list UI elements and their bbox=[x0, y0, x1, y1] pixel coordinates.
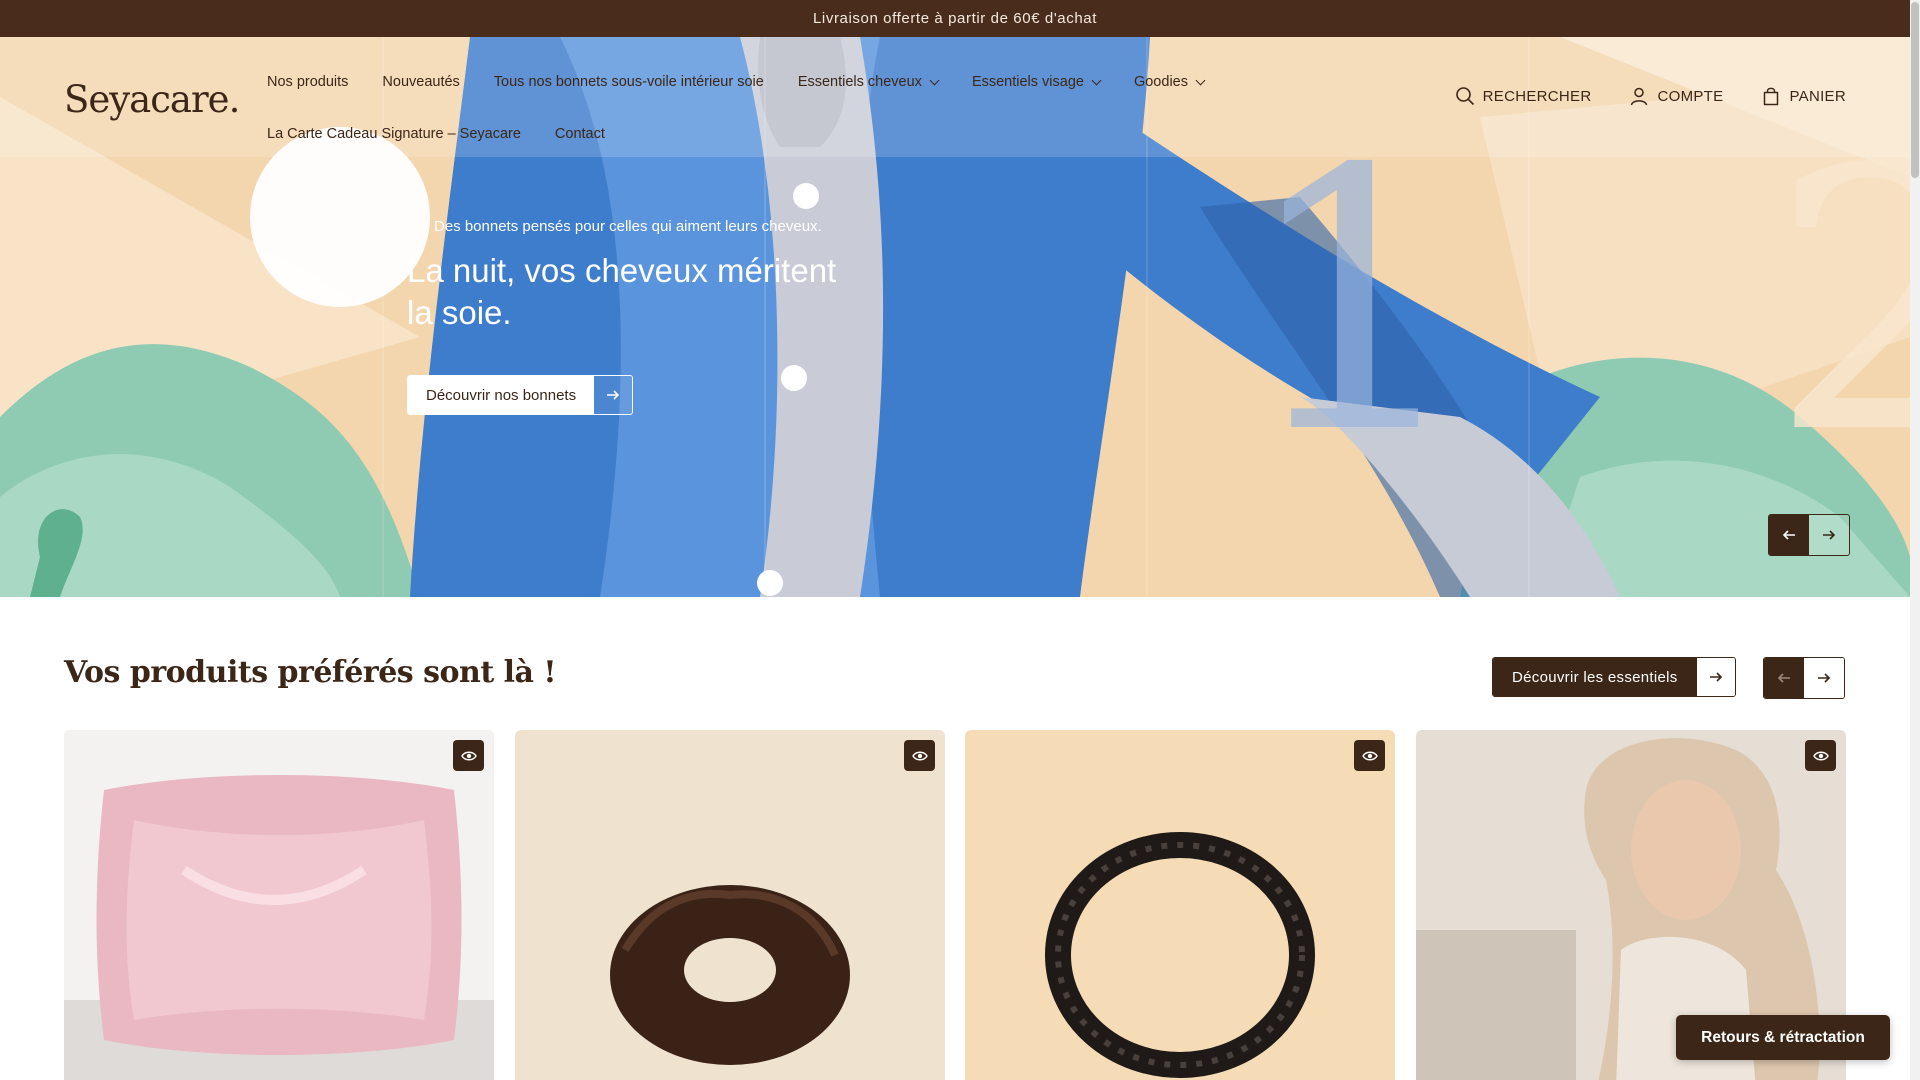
hero-slider-controls bbox=[1768, 514, 1850, 556]
chevron-down-icon bbox=[1091, 75, 1102, 85]
nav-item-label: Tous nos bonnets sous-voile intérieur so… bbox=[493, 74, 764, 90]
scrollbar-thumb[interactable] bbox=[1911, 2, 1919, 178]
products-prev-button[interactable] bbox=[1764, 658, 1804, 698]
eye-icon bbox=[1361, 751, 1378, 760]
discover-essentials-label: Découvrir les essentiels bbox=[1493, 658, 1697, 696]
nav-item-nos-produits[interactable]: Nos produits bbox=[267, 56, 348, 108]
account-button[interactable]: COMPTE bbox=[1629, 86, 1723, 106]
product-image-scrunchie bbox=[515, 730, 945, 1080]
hero-cta-label: Découvrir nos bonnets bbox=[408, 376, 595, 414]
nav-item-essentiels-visage[interactable]: Essentiels visage bbox=[971, 56, 1102, 108]
nav-item-contact[interactable]: Contact bbox=[555, 108, 605, 160]
nav-item-bonnets[interactable]: Tous nos bonnets sous-voile intérieur so… bbox=[494, 56, 764, 108]
main-nav: Nos produits Nouveautés Tous nos bonnets… bbox=[267, 56, 1247, 160]
search-button[interactable]: RECHERCHER bbox=[1455, 86, 1592, 106]
products-slider-controls bbox=[1763, 657, 1845, 699]
arrow-right-icon bbox=[1696, 658, 1735, 696]
eye-icon bbox=[460, 751, 477, 760]
account-label: COMPTE bbox=[1657, 87, 1724, 105]
quick-view-button[interactable] bbox=[453, 740, 484, 771]
product-card-headband[interactable] bbox=[965, 730, 1395, 1080]
header-actions: RECHERCHER COMPTE PANIER bbox=[1455, 86, 1846, 106]
nav-item-label: Nos produits bbox=[267, 74, 349, 90]
announcement-text: Livraison offerte à partir de 60€ d'acha… bbox=[812, 10, 1098, 27]
returns-button[interactable]: Retours & rétractation bbox=[1676, 1015, 1890, 1060]
arrow-left-icon bbox=[1777, 673, 1790, 683]
hero-title: La nuit, vos cheveux méritent la soie. bbox=[407, 252, 837, 331]
nav-item-label: Nouveautés bbox=[382, 74, 460, 90]
user-icon bbox=[1631, 87, 1648, 106]
product-card-pillowcase[interactable] bbox=[64, 730, 494, 1080]
chevron-down-icon bbox=[929, 75, 940, 85]
cart-label: PANIER bbox=[1789, 87, 1846, 105]
nav-item-label: Goodies bbox=[1133, 74, 1188, 90]
nav-item-label: La Carte Cadeau Signature – Seyacare bbox=[267, 126, 521, 142]
announcement-bar: Livraison offerte à partir de 60€ d'acha… bbox=[0, 0, 1910, 37]
product-card-scrunchie[interactable] bbox=[515, 730, 945, 1080]
arrow-right-icon bbox=[594, 376, 633, 414]
quick-view-button[interactable] bbox=[904, 740, 935, 771]
page: Livraison offerte à partir de 60€ d'acha… bbox=[0, 0, 1920, 1080]
page-scrollbar[interactable] bbox=[1910, 0, 1920, 1080]
site-logo[interactable]: Seyacare. bbox=[64, 78, 240, 121]
hero-prev-button[interactable] bbox=[1769, 515, 1809, 555]
arrow-right-icon bbox=[1818, 673, 1831, 683]
products-next-button[interactable] bbox=[1804, 658, 1844, 698]
search-icon bbox=[1455, 87, 1474, 106]
chevron-down-icon bbox=[1195, 75, 1206, 85]
discover-essentials-button[interactable]: Découvrir les essentiels bbox=[1492, 657, 1736, 697]
cart-button[interactable]: PANIER bbox=[1761, 86, 1846, 106]
section-title: Vos produits préférés sont là ! bbox=[64, 655, 557, 690]
eye-icon bbox=[1812, 751, 1829, 760]
nav-item-label: Essentiels visage bbox=[971, 74, 1084, 90]
hero-eyebrow: Des bonnets pensés pour celles qui aimen… bbox=[434, 218, 822, 235]
hero-next-button[interactable] bbox=[1809, 515, 1849, 555]
arrow-left-icon bbox=[1782, 530, 1795, 540]
product-image-pillowcase bbox=[64, 730, 494, 1080]
nav-item-label: Essentiels cheveux bbox=[797, 74, 922, 90]
eye-icon bbox=[911, 751, 928, 760]
nav-item-essentiels-cheveux[interactable]: Essentiels cheveux bbox=[797, 56, 940, 108]
nav-item-carte-cadeau[interactable]: La Carte Cadeau Signature – Seyacare bbox=[267, 108, 521, 160]
search-label: RECHERCHER bbox=[1482, 87, 1592, 105]
nav-item-goodies[interactable]: Goodies bbox=[1133, 56, 1206, 108]
nav-item-label: Contact bbox=[554, 126, 605, 142]
nav-item-nouveautes[interactable]: Nouveautés bbox=[382, 56, 459, 108]
hero-cta-button[interactable]: Découvrir nos bonnets bbox=[407, 375, 634, 415]
arrow-right-icon bbox=[1823, 530, 1836, 540]
product-image-headband bbox=[965, 730, 1395, 1080]
quick-view-button[interactable] bbox=[1805, 740, 1836, 771]
bag-icon bbox=[1764, 87, 1779, 106]
quick-view-button[interactable] bbox=[1354, 740, 1385, 771]
